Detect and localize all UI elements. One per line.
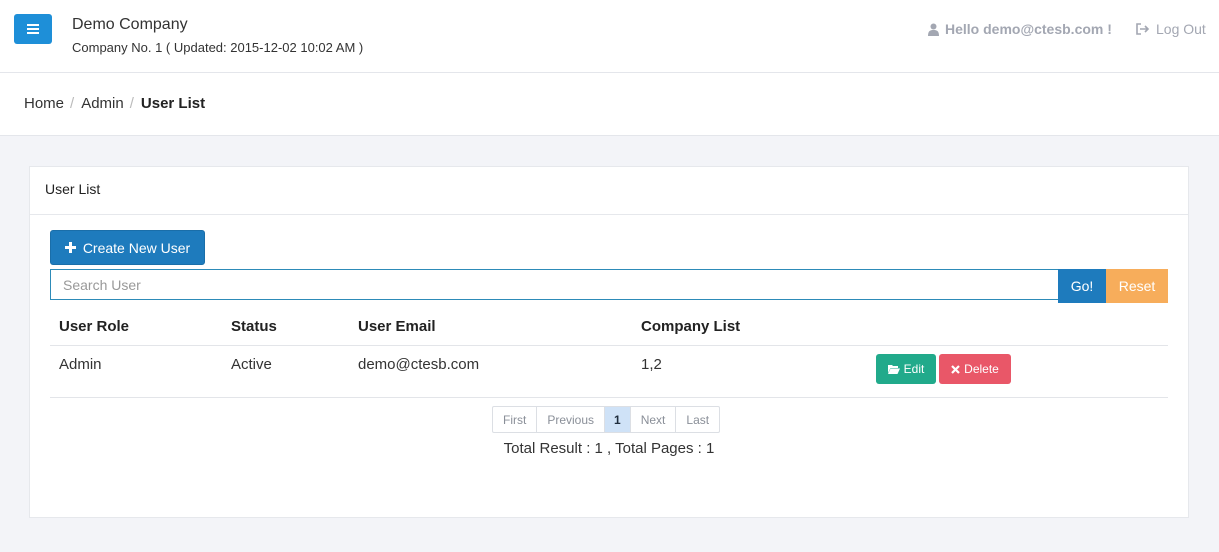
- column-header-user-role: User Role: [59, 318, 130, 335]
- logout-label: Log Out: [1156, 21, 1206, 37]
- cell-user-email: demo@ctesb.com: [358, 356, 480, 373]
- cell-user-role: Admin: [59, 356, 102, 373]
- column-header-company-list: Company List: [641, 318, 741, 335]
- column-header-user-email: User Email: [358, 318, 436, 335]
- pagination-last[interactable]: Last: [676, 407, 719, 432]
- user-list-panel: User List Create New User Go! Reset User…: [29, 166, 1189, 518]
- user-greeting[interactable]: Hello demo@ctesb.com !: [928, 21, 1112, 37]
- reset-button[interactable]: Reset: [1106, 269, 1168, 303]
- column-header-status: Status: [231, 318, 277, 335]
- user-greeting-text: Hello demo@ctesb.com !: [945, 21, 1112, 37]
- top-navbar: Demo Company Company No. 1 ( Updated: 20…: [0, 0, 1219, 73]
- folder-open-icon: [887, 365, 900, 374]
- menu-toggle-button[interactable]: [14, 14, 52, 44]
- pagination-first[interactable]: First: [493, 407, 538, 432]
- edit-button[interactable]: Edit: [876, 354, 936, 384]
- edit-label: Edit: [903, 362, 925, 376]
- breadcrumb: Home / Admin / User List: [24, 95, 205, 112]
- pagination: First Previous 1 Next Last: [492, 406, 721, 433]
- breadcrumb-current: User List: [140, 95, 206, 112]
- delete-label: Delete: [964, 362, 999, 376]
- hamburger-icon: [27, 24, 39, 34]
- cell-status: Active: [231, 356, 272, 373]
- delete-button[interactable]: Delete: [939, 354, 1011, 384]
- panel-header: User List: [30, 167, 1188, 215]
- pagination-totals: Total Result : 1 , Total Pages : 1: [503, 440, 715, 457]
- logout-link[interactable]: Log Out: [1136, 21, 1206, 37]
- breadcrumb-home[interactable]: Home: [24, 95, 64, 112]
- times-icon: [951, 364, 960, 374]
- create-new-user-label: Create New User: [82, 239, 191, 256]
- company-name: Demo Company: [72, 16, 188, 33]
- table-header-divider: [50, 345, 1168, 346]
- pagination-next[interactable]: Next: [631, 407, 677, 432]
- cell-company-list: 1,2: [641, 356, 662, 373]
- create-new-user-button[interactable]: Create New User: [50, 230, 205, 265]
- plus-icon: [64, 242, 76, 253]
- search-user-input[interactable]: [50, 269, 1059, 300]
- breadcrumb-admin[interactable]: Admin: [81, 95, 124, 112]
- user-icon: [928, 23, 939, 36]
- table-row-divider: [50, 397, 1168, 398]
- panel-title: User List: [45, 181, 101, 197]
- sign-out-icon: [1136, 23, 1150, 35]
- breadcrumb-separator: /: [129, 95, 134, 112]
- breadcrumb-bar: Home / Admin / User List: [0, 73, 1219, 136]
- breadcrumb-separator: /: [70, 95, 75, 112]
- company-info: Company No. 1 ( Updated: 2015-12-02 10:0…: [72, 40, 364, 55]
- pagination-previous[interactable]: Previous: [537, 407, 606, 432]
- go-button[interactable]: Go!: [1058, 269, 1106, 303]
- pagination-current-page[interactable]: 1: [605, 407, 631, 432]
